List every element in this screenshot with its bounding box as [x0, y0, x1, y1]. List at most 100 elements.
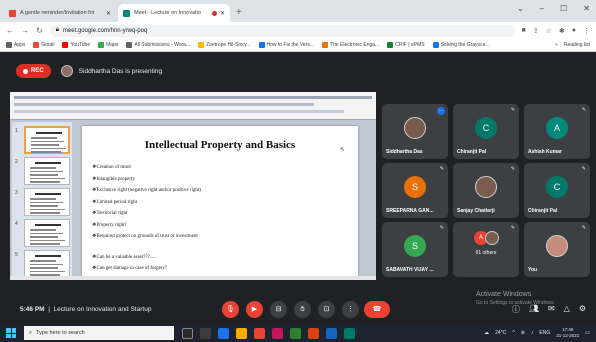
- bookmark-item[interactable]: Apps: [6, 42, 25, 48]
- share-icon[interactable]: ⇪: [533, 27, 539, 35]
- bookmark-item[interactable]: Solving the Graysca...: [432, 42, 490, 48]
- chrome-icon[interactable]: [254, 327, 265, 339]
- participant-name: Chiranjit Pal: [457, 149, 487, 155]
- participant-tile[interactable]: S SREEPARNA GAN... ✎: [382, 163, 448, 218]
- more-options-button[interactable]: ⋮: [342, 301, 359, 318]
- host-controls-icon[interactable]: ⚙︎: [579, 304, 586, 315]
- camera-off-button[interactable]: ▶: [246, 301, 263, 318]
- ribbon-row: [14, 103, 314, 106]
- network-icon[interactable]: ⊚: [521, 330, 525, 336]
- bullet-text: Can be a valuable asset???.....: [96, 254, 157, 260]
- app-icon[interactable]: [272, 327, 283, 339]
- participant-tile[interactable]: C Chiranjit Pal ✎: [524, 163, 590, 218]
- volume-icon[interactable]: ♪: [531, 330, 534, 336]
- slide-title: Intellectual Property and Basics: [144, 139, 296, 151]
- slide-thumbnail[interactable]: [24, 157, 70, 185]
- participant-photo: [475, 176, 497, 198]
- browser-tab-invitation[interactable]: A gentle reminder/Invitation for ✕: [4, 4, 116, 22]
- bookmark-item[interactable]: All Submissions - Wora...: [126, 42, 190, 48]
- powerpoint-icon[interactable]: [308, 327, 319, 339]
- bookmark-item[interactable]: Maps: [98, 42, 118, 48]
- bookmark-icon: [62, 42, 69, 48]
- participant-tile[interactable]: You ✎: [524, 222, 590, 277]
- present-button[interactable]: ⊡: [318, 301, 335, 318]
- windows-start-button[interactable]: [4, 326, 18, 340]
- new-tab-button[interactable]: +: [236, 4, 242, 22]
- meeting-details: 5:46 PM | Lecture on Innovation and Star…: [20, 306, 152, 313]
- captions-button[interactable]: ⊟: [270, 301, 287, 318]
- slide-thumbnail[interactable]: [24, 188, 70, 216]
- participant-name: You: [528, 267, 538, 273]
- bookmark-label: All Submissions - Wora...: [134, 42, 191, 48]
- edge-icon[interactable]: [218, 327, 229, 339]
- notifications-icon[interactable]: ▭: [585, 330, 590, 336]
- file-explorer-icon[interactable]: [236, 327, 247, 339]
- participant-tile[interactable]: S SABAVATH VIJAY ... ✎: [382, 222, 448, 277]
- chevron-right-icon: »: [555, 42, 558, 48]
- bookmark-item[interactable]: YouTube: [62, 42, 90, 48]
- slide-bullet: ❖Creation of mind: [92, 164, 342, 176]
- excel-icon[interactable]: [290, 327, 301, 339]
- word-icon[interactable]: [326, 327, 337, 339]
- menu-icon[interactable]: ⋮: [583, 27, 590, 35]
- presenting-text: Siddhartha Das is presenting: [78, 67, 163, 75]
- ribbon-row: [14, 110, 344, 113]
- close-window-button[interactable]: ✕: [583, 4, 590, 13]
- mic-muted-icon: ✎: [439, 166, 444, 172]
- slide-thumbnail[interactable]: [24, 126, 70, 154]
- close-icon[interactable]: ✕: [106, 10, 111, 17]
- reading-list-button[interactable]: » Reading list: [555, 42, 590, 48]
- presenting-bar: REC Siddhartha Das is presenting: [16, 64, 162, 78]
- language-indicator[interactable]: ENG: [539, 330, 550, 336]
- participant-tile[interactable]: Siddhartha Das ⋯: [382, 104, 448, 159]
- close-icon[interactable]: ✕: [220, 10, 225, 17]
- participant-tile[interactable]: A Ashish Kumar ✎: [524, 104, 590, 159]
- bookmark-item[interactable]: How to Fix the Vers...: [258, 42, 314, 48]
- bookmark-label: Apps: [14, 42, 26, 48]
- clock-date: 21-12-2021: [556, 333, 580, 338]
- chevron-up-icon[interactable]: ^: [512, 330, 514, 336]
- slide-thumbnail-pane: 1 2 3 4 5: [12, 122, 72, 278]
- slide-thumbnail[interactable]: [24, 250, 70, 278]
- slide-thumbnail[interactable]: [24, 219, 70, 247]
- url-field[interactable]: 🔒︎ meet.google.com/hnn-yrwq-poq: [49, 24, 515, 37]
- reload-icon[interactable]: ↻: [36, 26, 43, 35]
- camera-icon[interactable]: ■: [522, 27, 526, 35]
- meet-icon[interactable]: [344, 327, 355, 339]
- bookmark-icon: [33, 42, 40, 48]
- back-icon[interactable]: ←: [6, 26, 14, 35]
- bullet-text: Limited period right: [96, 199, 138, 205]
- bookmark-item[interactable]: Zoetrope Hil-Story...: [198, 42, 251, 48]
- maximize-button[interactable]: ☐: [560, 4, 567, 13]
- participant-initial: A: [546, 117, 568, 139]
- participant-initial: S: [404, 235, 426, 257]
- taskbar-clock[interactable]: 17:46 21-12-2021: [556, 327, 579, 339]
- participant-grid: Siddhartha Das ⋯ C Chiranjit Pal ✎ A Ashish Ku…: [382, 104, 590, 278]
- extensions-icon[interactable]: ✱: [559, 27, 565, 35]
- microphone-off-button[interactable]: 🎙︎: [222, 301, 239, 318]
- chevron-down-icon[interactable]: ⌄: [517, 4, 524, 13]
- leave-call-button[interactable]: ☎︎: [364, 301, 390, 318]
- slide-bullet: ❖Required protect on grounds of trust or…: [92, 233, 342, 245]
- bookmark-item[interactable]: Gmail: [33, 42, 54, 48]
- participant-name: SREEPARNA GAN...: [386, 208, 434, 214]
- participant-tile[interactable]: Sanjay Chatterji ✎: [453, 163, 519, 218]
- task-view-icon[interactable]: [182, 327, 193, 339]
- widgets-icon[interactable]: [200, 327, 211, 339]
- activities-icon[interactable]: △: [564, 304, 570, 315]
- participant-tile[interactable]: C Chiranjit Pal ✎: [453, 104, 519, 159]
- forward-icon[interactable]: →: [21, 26, 29, 35]
- bookmark-item[interactable]: The Electronic Enga...: [322, 42, 379, 48]
- profile-avatar[interactable]: ●: [572, 27, 576, 35]
- bookmark-label: CRIF | ePMS: [395, 42, 425, 48]
- participant-tile[interactable]: A 61 others ✎: [453, 222, 519, 277]
- star-icon[interactable]: ☆: [546, 27, 552, 35]
- weather-text[interactable]: 24°C: [495, 330, 506, 336]
- mouse-cursor-icon: ↖: [340, 147, 346, 153]
- raise-hand-button[interactable]: ✋︎: [294, 301, 311, 318]
- bookmark-item[interactable]: CRIF | ePMS: [387, 42, 425, 48]
- browser-tab-meet[interactable]: Meet - Lecture on Innovatio ✕: [118, 4, 230, 22]
- taskbar-search[interactable]: ⌕ Type here to search: [24, 326, 174, 340]
- ribbon-row: [14, 96, 372, 99]
- minimize-button[interactable]: –: [540, 4, 544, 13]
